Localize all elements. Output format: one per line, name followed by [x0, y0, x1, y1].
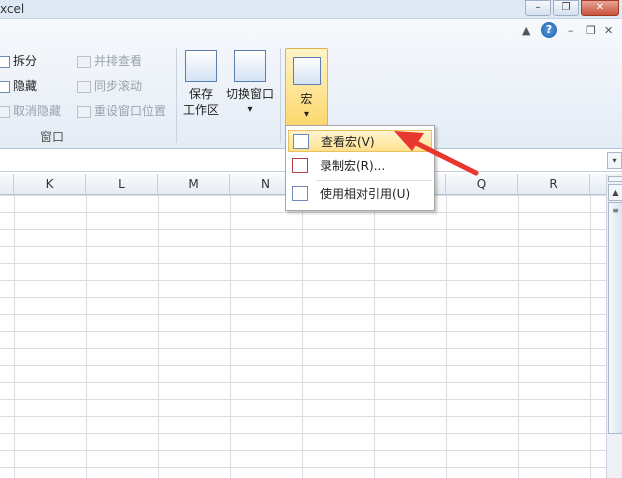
reset-window-position-button[interactable]: 重设窗口位置 — [77, 101, 166, 121]
macros-icon — [292, 57, 321, 85]
restore-button[interactable]: ❐ — [553, 0, 579, 16]
workbook-close-icon[interactable]: ✕ — [604, 24, 613, 37]
hide-button[interactable]: 隐藏 — [0, 76, 37, 96]
formula-bar-expand-button[interactable]: ▾ — [607, 152, 622, 169]
ribbon-collapse-icon[interactable]: ▲ — [522, 24, 530, 37]
split-handle[interactable] — [608, 176, 622, 182]
close-button[interactable]: ✕ — [581, 0, 619, 16]
column-header[interactable]: R — [518, 174, 590, 194]
save-workspace-button[interactable]: 保存 工作区 — [180, 50, 222, 118]
column-header-partial[interactable] — [0, 174, 14, 194]
help-icon[interactable]: ? — [541, 22, 557, 38]
chevron-down-icon: ▾ — [303, 109, 310, 120]
column-header[interactable]: M — [158, 174, 230, 194]
scroll-up-button[interactable]: ▲ — [608, 184, 622, 201]
reset-position-icon — [77, 105, 91, 118]
vertical-scrollbar[interactable]: ▲ ≡ — [606, 174, 622, 478]
minimize-button[interactable]: – — [525, 0, 551, 16]
save-workspace-icon — [185, 50, 217, 82]
sync-scroll-button[interactable]: 同步滚动 — [77, 76, 142, 96]
unhide-icon — [0, 105, 10, 118]
relative-reference-icon — [292, 186, 308, 201]
side-by-side-icon — [77, 55, 91, 68]
unhide-button[interactable]: 取消隐藏 — [0, 101, 61, 121]
window-title: xcel — [0, 2, 25, 16]
record-macro-icon — [292, 158, 308, 173]
hide-icon — [0, 80, 10, 93]
annotation-arrow-icon — [394, 131, 479, 176]
column-header[interactable]: L — [86, 174, 158, 194]
switch-windows-icon — [234, 50, 266, 82]
group-divider — [280, 48, 281, 143]
column-header[interactable]: K — [14, 174, 86, 194]
view-side-by-side-button[interactable]: 并排查看 — [77, 51, 142, 71]
sync-scroll-icon — [77, 80, 91, 93]
title-bar: xcel – ❐ ✕ — [0, 0, 622, 19]
scroll-thumb[interactable]: ≡ — [608, 202, 622, 434]
split-button[interactable]: 拆分 — [0, 51, 37, 71]
cell-grid[interactable] — [0, 195, 606, 478]
view-macros-icon — [293, 134, 309, 149]
workbook-restore-icon[interactable]: ❐ — [586, 24, 596, 37]
window-group-label: 窗口 — [40, 130, 65, 144]
chevron-down-icon: ▾ — [247, 104, 253, 115]
group-divider — [176, 48, 177, 143]
menu-item-relative-reference[interactable]: 使用相对引用(U) — [288, 183, 432, 205]
workbook-minimize-icon[interactable]: – — [568, 24, 574, 37]
switch-windows-button[interactable]: 切换窗口 ▾ — [224, 50, 276, 118]
macros-button[interactable]: 宏 ▾ — [285, 48, 328, 130]
split-icon — [0, 55, 10, 68]
